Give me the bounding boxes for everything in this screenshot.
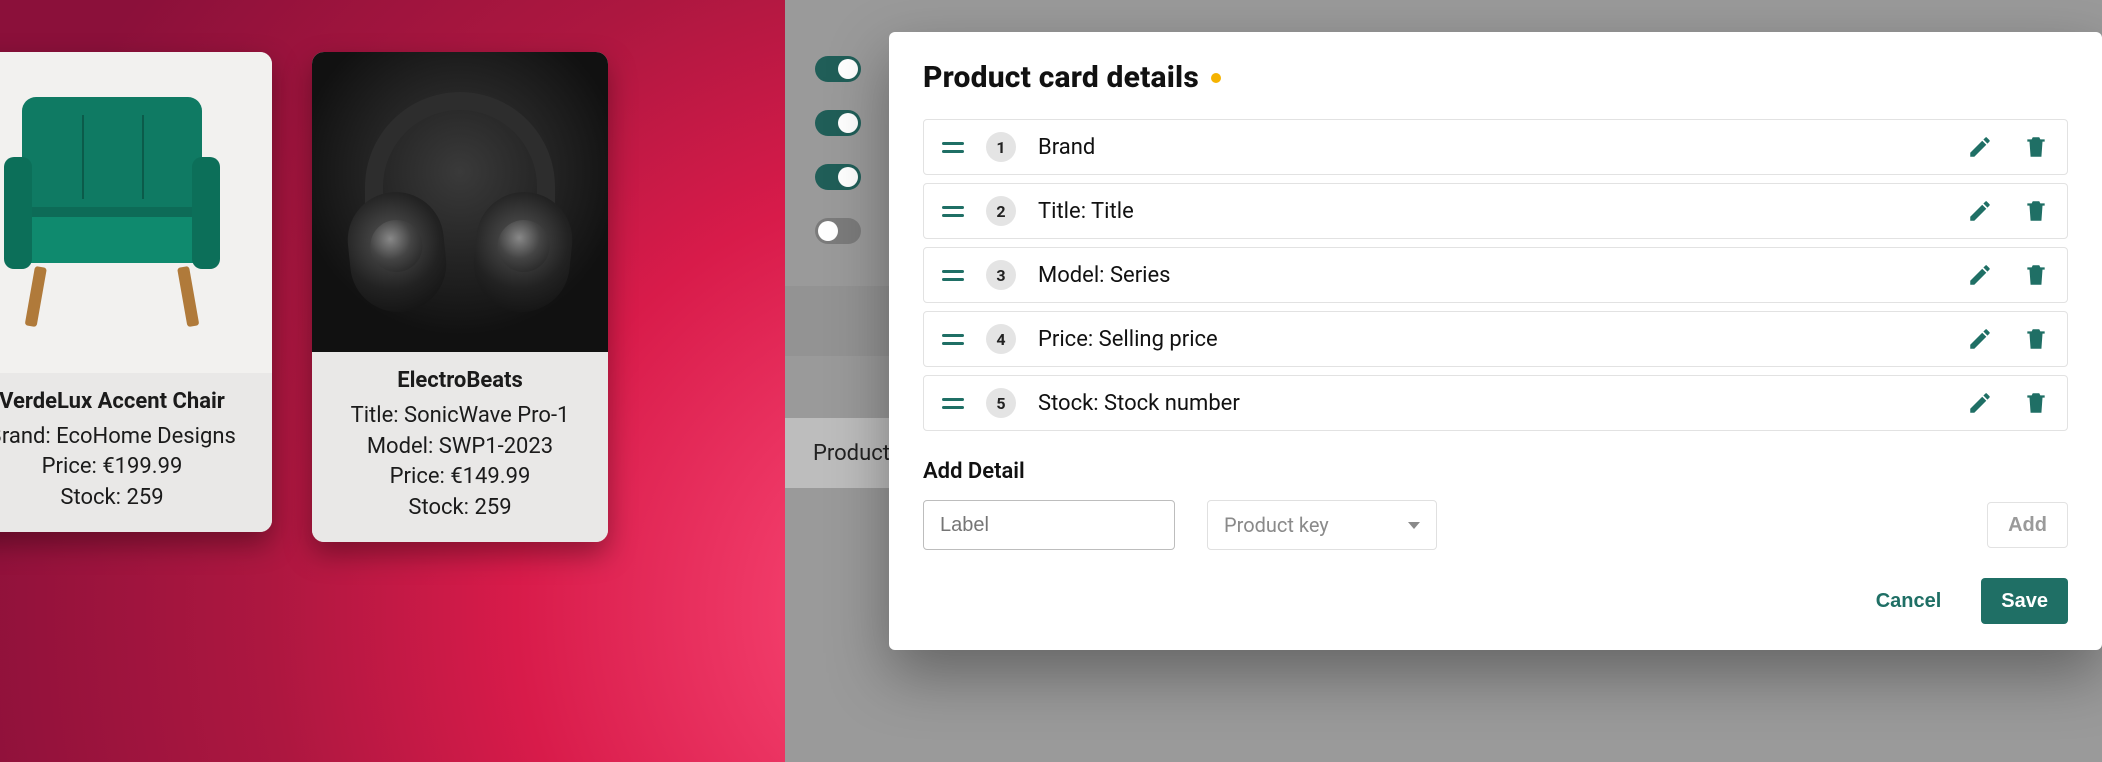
edit-button[interactable] (1967, 390, 1993, 416)
detail-label: Title: Title (1038, 199, 1945, 224)
edit-button[interactable] (1967, 134, 1993, 160)
product-card-details-modal: Product card details 1 Brand (889, 32, 2102, 650)
pencil-icon (1967, 390, 1993, 416)
pencil-icon (1967, 262, 1993, 288)
preview-card-title: ElectroBeats (324, 366, 596, 397)
product-key-select-placeholder: Product key (1224, 513, 1329, 537)
detail-label: Stock: Stock number (1038, 391, 1945, 416)
setting-toggle[interactable] (815, 56, 861, 82)
delete-button[interactable] (2023, 198, 2049, 224)
modal-title: Product card details (923, 60, 2068, 95)
preview-card-image (0, 52, 272, 373)
trash-icon (2023, 262, 2049, 288)
modal-title-text: Product card details (923, 60, 1199, 95)
preview-card-line: Brand: EcoHome Designs (0, 422, 260, 453)
detail-label: Model: Series (1038, 263, 1945, 288)
trash-icon (2023, 198, 2049, 224)
drag-handle-icon[interactable] (942, 206, 964, 217)
drag-handle-icon[interactable] (942, 142, 964, 153)
add-detail-heading: Add Detail (923, 459, 2068, 484)
headphones-illustration (345, 82, 575, 322)
chair-illustration (7, 97, 217, 327)
detail-row: 3 Model: Series (923, 247, 2068, 303)
setting-toggle[interactable] (815, 110, 861, 136)
detail-label: Price: Selling price (1038, 327, 1945, 352)
preview-card-title: VerdeLux Accent Chair (0, 387, 260, 418)
product-key-select[interactable]: Product key (1207, 500, 1437, 550)
pencil-icon (1967, 326, 1993, 352)
detail-index: 2 (986, 196, 1016, 226)
delete-button[interactable] (2023, 326, 2049, 352)
detail-index: 1 (986, 132, 1016, 162)
preview-card: ElectroBeats Title: SonicWave Pro-1 Mode… (312, 52, 608, 542)
preview-card-line: Stock: 259 (0, 483, 260, 514)
preview-pane: VerdeLux Accent Chair Brand: EcoHome Des… (0, 0, 785, 762)
add-button[interactable]: Add (1987, 502, 2068, 548)
add-detail-section: Add Detail Product key Add (923, 459, 2068, 550)
preview-card: VerdeLux Accent Chair Brand: EcoHome Des… (0, 52, 272, 532)
pencil-icon (1967, 198, 1993, 224)
detail-row: 1 Brand (923, 119, 2068, 175)
detail-index: 5 (986, 388, 1016, 418)
detail-label: Brand (1038, 135, 1945, 160)
modal-footer: Cancel Save (923, 578, 2068, 624)
delete-button[interactable] (2023, 262, 2049, 288)
detail-index: 3 (986, 260, 1016, 290)
preview-card-info: ElectroBeats Title: SonicWave Pro-1 Mode… (312, 352, 608, 542)
preview-card-line: Price: €149.99 (324, 462, 596, 493)
preview-card-line: Stock: 259 (324, 493, 596, 524)
preview-card-line: Title: SonicWave Pro-1 (324, 401, 596, 432)
cancel-button[interactable]: Cancel (1856, 578, 1962, 624)
drag-handle-icon[interactable] (942, 334, 964, 345)
edit-button[interactable] (1967, 198, 1993, 224)
background-toggles (815, 56, 861, 244)
pencil-icon (1967, 134, 1993, 160)
unsaved-indicator-icon (1211, 73, 1221, 83)
preview-card-info: VerdeLux Accent Chair Brand: EcoHome Des… (0, 373, 272, 532)
delete-button[interactable] (2023, 134, 2049, 160)
delete-button[interactable] (2023, 390, 2049, 416)
setting-toggle[interactable] (815, 164, 861, 190)
preview-card-image (312, 52, 608, 352)
trash-icon (2023, 390, 2049, 416)
detail-rows: 1 Brand 2 Title: Title (923, 119, 2068, 431)
save-button[interactable]: Save (1981, 578, 2068, 624)
trash-icon (2023, 326, 2049, 352)
detail-row: 5 Stock: Stock number (923, 375, 2068, 431)
drag-handle-icon[interactable] (942, 270, 964, 281)
edit-button[interactable] (1967, 326, 1993, 352)
setting-toggle[interactable] (815, 218, 861, 244)
preview-card-line: Model: SWP1-2023 (324, 432, 596, 463)
detail-row: 2 Title: Title (923, 183, 2068, 239)
detail-index: 4 (986, 324, 1016, 354)
chevron-down-icon (1408, 522, 1420, 529)
edit-button[interactable] (1967, 262, 1993, 288)
trash-icon (2023, 134, 2049, 160)
label-input[interactable] (923, 500, 1175, 550)
settings-pane: Product k Product card details 1 Brand (785, 0, 2102, 762)
detail-row: 4 Price: Selling price (923, 311, 2068, 367)
drag-handle-icon[interactable] (942, 398, 964, 409)
preview-card-line: Price: €199.99 (0, 452, 260, 483)
